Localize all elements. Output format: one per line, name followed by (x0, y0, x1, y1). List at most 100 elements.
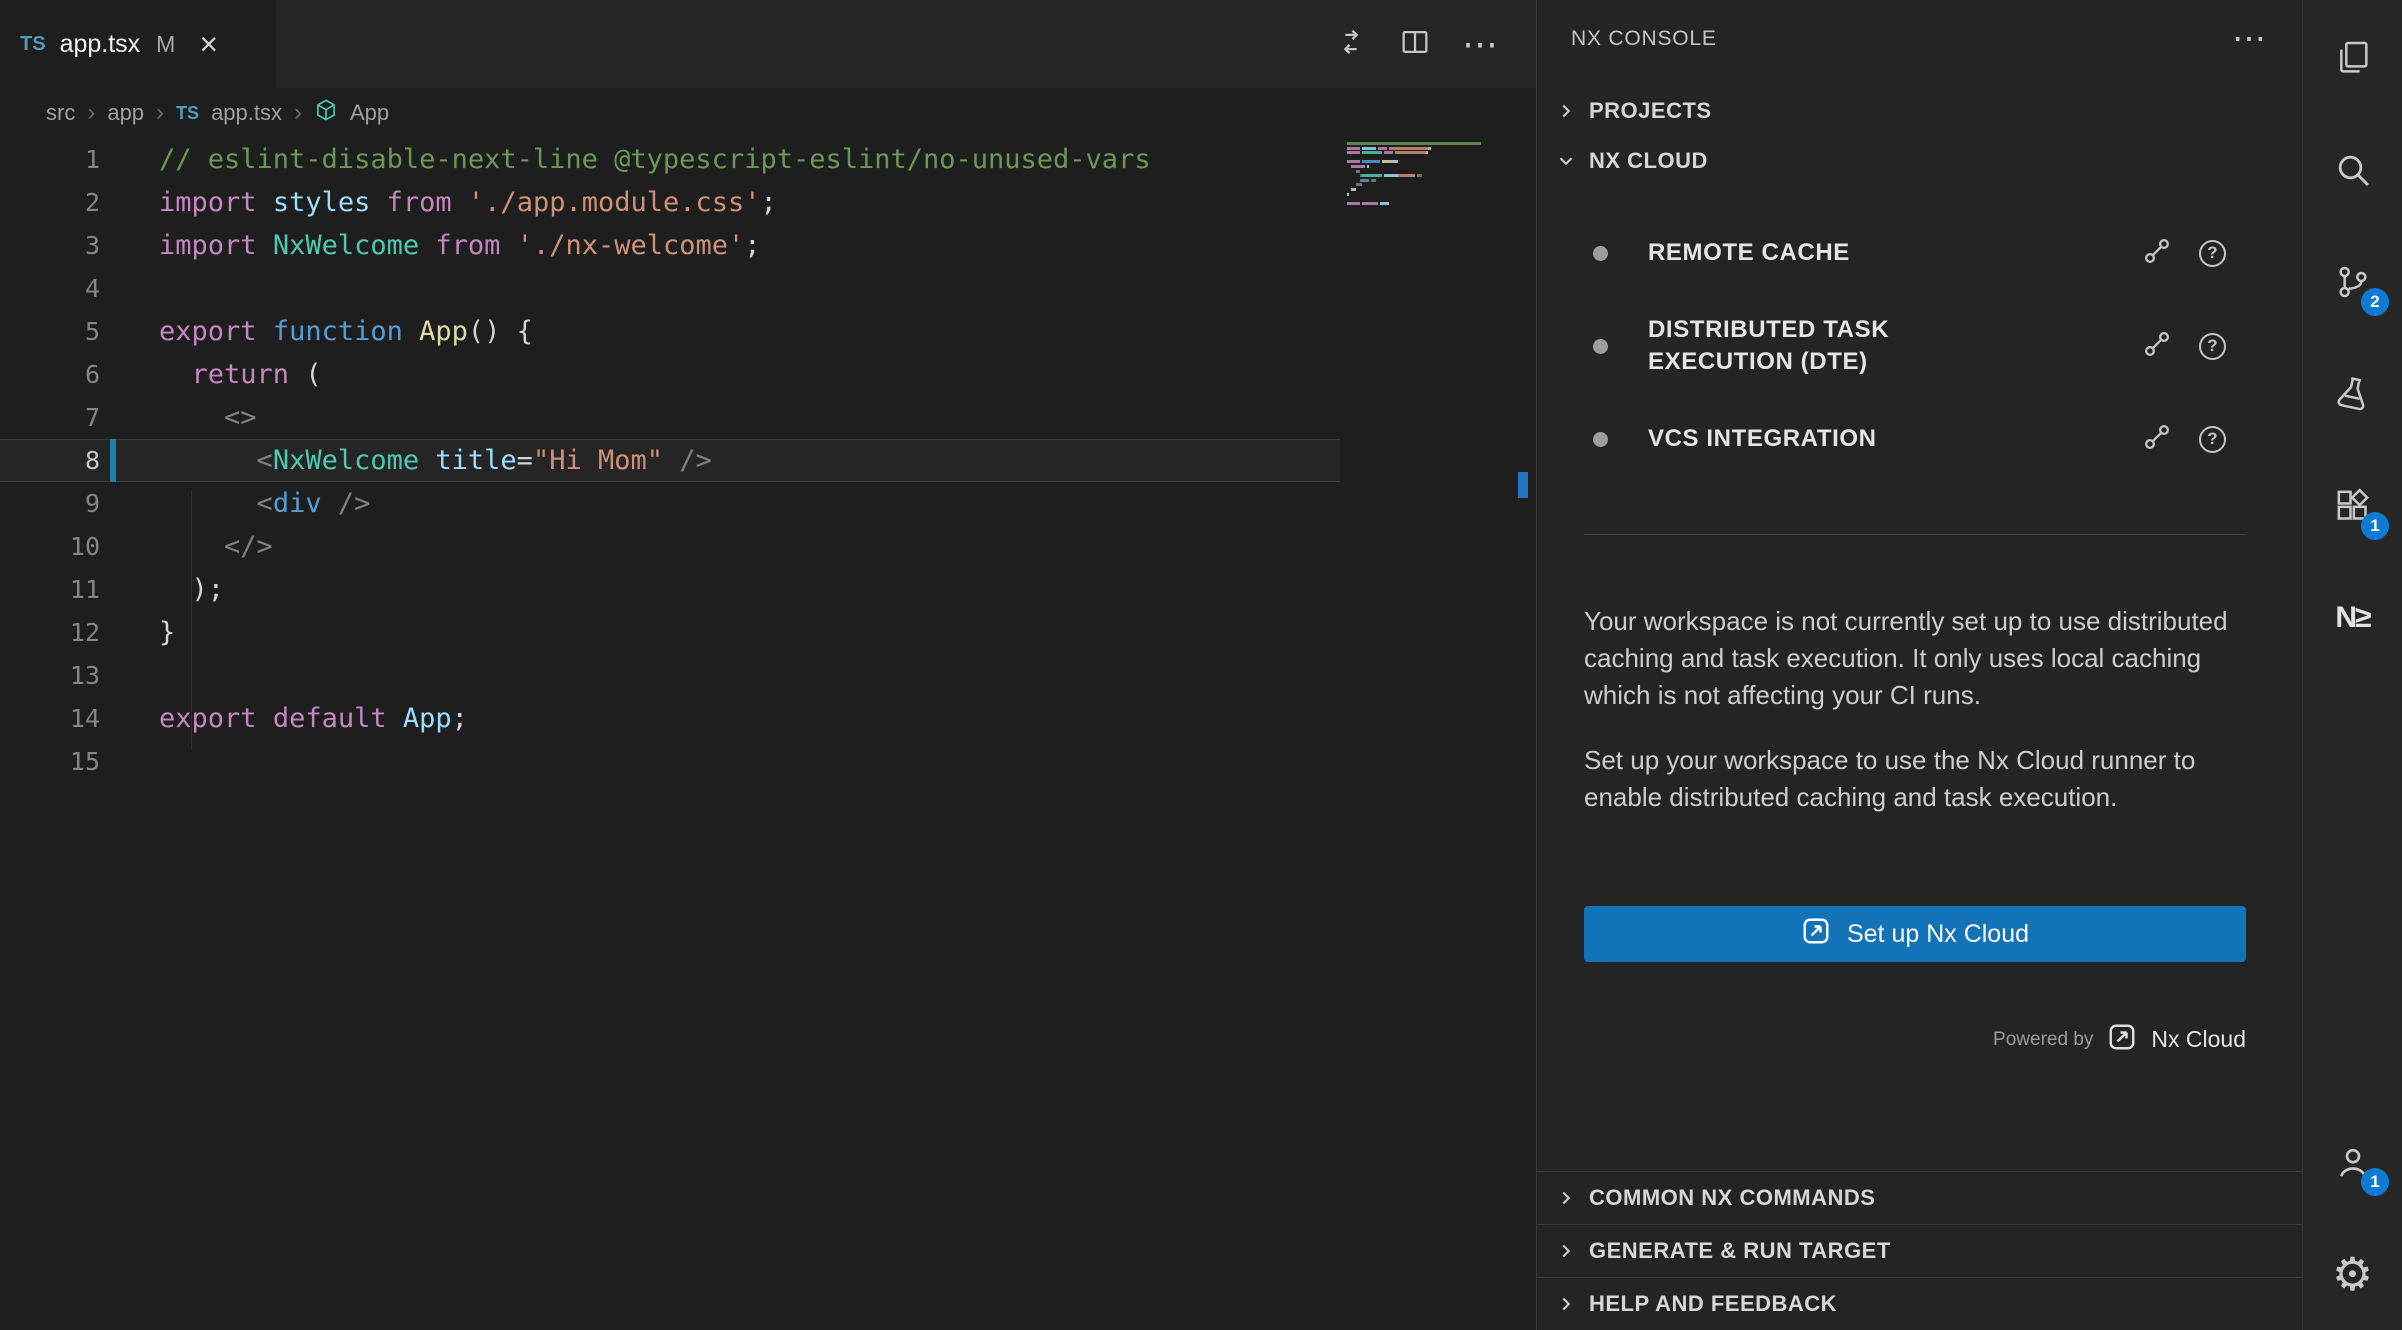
panel-more-actions-icon[interactable]: ⋯ (2232, 19, 2268, 59)
status-bullet-icon (1593, 339, 1608, 354)
code-text: <> (100, 396, 257, 439)
workspace-status-text: Your workspace is not currently set up t… (1584, 603, 2246, 714)
nx-console-icon[interactable]: N≥ (2303, 562, 2402, 674)
code-line[interactable]: 14export default App; (0, 697, 1340, 740)
editor-region: TS app.tsx M × ⋯ src (0, 0, 1537, 1330)
code-line[interactable]: 6 return ( (0, 353, 1340, 396)
section-nx-cloud[interactable]: NX CLOUD (1537, 136, 2302, 186)
section-common-nx-commands[interactable]: COMMON NX COMMANDS (1537, 1171, 2302, 1224)
split-editor-icon[interactable] (1398, 25, 1432, 64)
breadcrumb-symbol[interactable]: App (350, 100, 389, 126)
open-changes-icon[interactable] (1334, 25, 1368, 64)
minimap[interactable] (1347, 138, 1508, 211)
line-number[interactable]: 9 (0, 482, 100, 525)
panel-bottom-sections: COMMON NX COMMANDS GENERATE & RUN TARGET… (1537, 1171, 2302, 1330)
connect-icon[interactable] (2143, 423, 2171, 456)
code-line[interactable]: 10 </> (0, 525, 1340, 568)
breadcrumb-file[interactable]: app.tsx (211, 100, 282, 126)
line-number[interactable]: 11 (0, 568, 100, 611)
editor-more-actions-icon[interactable]: ⋯ (1462, 23, 1500, 65)
close-tab-icon[interactable]: × (199, 28, 218, 60)
feature-label: DISTRIBUTED TASK EXECUTION (DTE) (1648, 314, 1988, 379)
help-icon[interactable]: ? (2199, 240, 2226, 267)
panel-title: NX CONSOLE (1571, 27, 1717, 51)
section-generate-run-target[interactable]: GENERATE & RUN TARGET (1537, 1224, 2302, 1277)
feature-actions: ? (2143, 237, 2226, 270)
section-label: HELP AND FEEDBACK (1589, 1291, 1837, 1317)
explorer-files-icon[interactable] (2303, 2, 2402, 114)
status-bullet-icon (1593, 246, 1608, 261)
feature-actions: ? (2143, 330, 2226, 363)
line-number[interactable]: 2 (0, 181, 100, 224)
code-line[interactable]: 13 (0, 654, 1340, 697)
section-label: GENERATE & RUN TARGET (1589, 1238, 1891, 1264)
line-number[interactable]: 15 (0, 740, 100, 783)
code-text: ); (100, 568, 224, 611)
code-line[interactable]: 15 (0, 740, 1340, 783)
code-line[interactable]: 9 <div /> (0, 482, 1340, 525)
code-text: <div /> (100, 482, 370, 525)
editor-tab-strip: TS app.tsx M × ⋯ (0, 0, 1536, 88)
section-projects[interactable]: PROJECTS (1537, 86, 2302, 136)
minimap-content (1347, 142, 1508, 209)
breadcrumb-src[interactable]: src (46, 100, 75, 126)
line-number[interactable]: 7 (0, 396, 100, 439)
chevron-right-icon (1553, 98, 1579, 124)
help-icon[interactable]: ? (2199, 333, 2226, 360)
setup-nx-cloud-button[interactable]: Set up Nx Cloud (1584, 906, 2246, 962)
nx-cloud-logo-icon (1801, 916, 1831, 953)
extensions-icon[interactable]: 1 (2303, 450, 2402, 562)
code-line[interactable]: 8 <NxWelcome title="Hi Mom" /> (0, 439, 1340, 482)
breadcrumb-app[interactable]: app (107, 100, 144, 126)
line-number[interactable]: 12 (0, 611, 100, 654)
help-icon[interactable]: ? (2199, 426, 2226, 453)
powered-by-row: Powered by Nx Cloud (1537, 1022, 2302, 1057)
code-text: } (100, 611, 175, 654)
code-area[interactable]: 1// eslint-disable-next-line @typescript… (0, 138, 1536, 1330)
line-number[interactable]: 3 (0, 224, 100, 267)
breadcrumb-separator: › (294, 99, 302, 127)
section-label: COMMON NX COMMANDS (1589, 1185, 1875, 1211)
code-line[interactable]: 3import NxWelcome from './nx-welcome'; (0, 224, 1340, 267)
line-number[interactable]: 10 (0, 525, 100, 568)
setup-instructions-text: Set up your workspace to use the Nx Clou… (1584, 742, 2246, 816)
connect-icon[interactable] (2143, 237, 2171, 270)
code-text: export default App; (100, 697, 468, 740)
settings-gear-icon[interactable]: ⚙ (2303, 1218, 2402, 1330)
feature-label: REMOTE CACHE (1648, 237, 1988, 269)
account-badge: 1 (2361, 1168, 2389, 1196)
code-line[interactable]: 1// eslint-disable-next-line @typescript… (0, 138, 1340, 181)
accounts-icon[interactable]: 1 (2303, 1106, 2402, 1218)
powered-by-label: Powered by (1993, 1029, 2093, 1051)
vscode-window: TS app.tsx M × ⋯ src (0, 0, 2402, 1330)
section-divider (1584, 534, 2246, 535)
code-line[interactable]: 11 ); (0, 568, 1340, 611)
line-number[interactable]: 4 (0, 267, 100, 310)
tab-app-tsx[interactable]: TS app.tsx M × (0, 0, 276, 88)
source-control-icon[interactable]: 2 (2303, 226, 2402, 338)
chevron-right-icon (1553, 1291, 1579, 1317)
code-line[interactable]: 4 (0, 267, 1340, 310)
line-number[interactable]: 8 (0, 439, 100, 482)
code-text: import NxWelcome from './nx-welcome'; (100, 224, 761, 267)
line-number[interactable]: 14 (0, 697, 100, 740)
nx-cloud-logo-icon (2107, 1022, 2137, 1057)
code-line[interactable]: 5export function App() { (0, 310, 1340, 353)
line-number[interactable]: 6 (0, 353, 100, 396)
connect-icon[interactable] (2143, 330, 2171, 363)
section-help-and-feedback[interactable]: HELP AND FEEDBACK (1537, 1277, 2302, 1330)
search-icon[interactable] (2303, 114, 2402, 226)
line-number[interactable]: 1 (0, 138, 100, 181)
chevron-right-icon (1553, 1238, 1579, 1264)
testing-beaker-icon[interactable] (2303, 338, 2402, 450)
code-text (100, 267, 159, 310)
breadcrumb-separator: › (156, 99, 164, 127)
typescript-file-icon: TS (20, 33, 46, 56)
code-line[interactable]: 12} (0, 611, 1340, 654)
code-text: import styles from './app.module.css'; (100, 181, 777, 224)
code-line[interactable]: 2import styles from './app.module.css'; (0, 181, 1340, 224)
line-number[interactable]: 5 (0, 310, 100, 353)
code-line[interactable]: 7 <> (0, 396, 1340, 439)
indent-guide (191, 491, 192, 749)
line-number[interactable]: 13 (0, 654, 100, 697)
